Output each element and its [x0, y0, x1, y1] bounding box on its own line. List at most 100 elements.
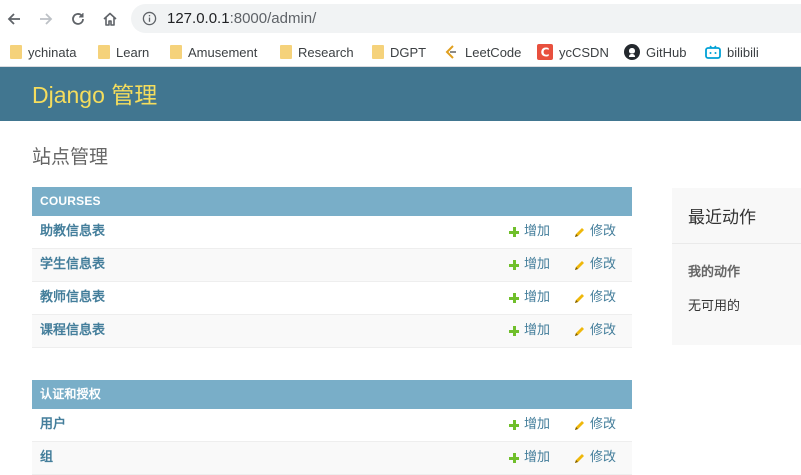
bookmark-ychinata[interactable]: ychinata	[8, 37, 76, 67]
csdn-icon: C	[537, 44, 553, 60]
arrow-left-icon	[7, 13, 20, 25]
change-label: 修改	[590, 450, 617, 465]
table-row: 课程信息表 增加 修改	[32, 315, 632, 348]
model-link[interactable]: 课程信息表	[40, 315, 105, 347]
change-link[interactable]: 修改	[574, 315, 616, 347]
url-host: 127.0.0.1	[167, 10, 230, 27]
change-link[interactable]: 修改	[574, 409, 616, 441]
plus-icon	[509, 420, 519, 430]
change-label: 修改	[590, 417, 617, 432]
add-label: 增加	[524, 257, 551, 272]
change-label: 修改	[590, 290, 617, 305]
svg-text:C: C	[541, 46, 550, 60]
table-row: 用户 增加 修改	[32, 409, 632, 442]
forward-button[interactable]	[33, 6, 59, 32]
add-link[interactable]: 增加	[509, 409, 550, 441]
bookmark-dgpt[interactable]: DGPT	[370, 37, 426, 67]
app-module-courses: COURSES 助教信息表 增加 修改 学生信息表 增加 修改 教师信息表 增加…	[32, 187, 632, 348]
github-icon	[624, 44, 640, 60]
table-row: 教师信息表 增加 修改	[32, 282, 632, 315]
reload-icon	[72, 13, 84, 25]
pencil-icon	[575, 293, 584, 303]
bookmark-bilibili[interactable]: bilibili	[705, 37, 759, 67]
app-module-auth: 认证和授权 用户 增加 修改 组 增加 修改	[32, 380, 632, 475]
add-link[interactable]: 增加	[509, 249, 550, 281]
change-link[interactable]: 修改	[574, 216, 616, 248]
home-button[interactable]	[97, 6, 123, 32]
module-caption[interactable]: COURSES	[32, 187, 632, 216]
change-label: 修改	[590, 257, 617, 272]
bookmark-label: Learn	[116, 44, 150, 60]
plus-icon	[509, 293, 519, 303]
change-label: 修改	[590, 323, 617, 338]
site-brand[interactable]: Django 管理	[32, 67, 157, 123]
model-link[interactable]: 组	[40, 442, 53, 474]
add-label: 增加	[524, 323, 551, 338]
admin-header: Django 管理	[0, 67, 801, 121]
module-caption[interactable]: 认证和授权	[32, 380, 632, 409]
browser-toolbar: 127.0.0.1:8000/admin/	[0, 0, 801, 37]
url-text: 127.0.0.1:8000/admin/	[167, 4, 316, 33]
bookmark-label: Research	[298, 44, 354, 60]
arrow-right-icon	[40, 13, 53, 25]
url-path: :8000/admin/	[229, 10, 317, 27]
add-label: 增加	[524, 450, 551, 465]
change-label: 修改	[590, 224, 617, 239]
recent-actions-panel: 最近动作 我的动作 无可用的	[672, 188, 801, 345]
model-link[interactable]: 用户	[40, 409, 66, 441]
bookmark-label: bilibili	[727, 44, 759, 60]
change-link[interactable]: 修改	[574, 442, 616, 474]
bookmark-label: Amusement	[188, 44, 258, 60]
folder-icon	[372, 45, 384, 59]
divider	[672, 243, 801, 244]
pencil-icon	[575, 260, 584, 270]
pencil-icon	[575, 420, 584, 430]
plus-icon	[509, 260, 519, 270]
folder-icon	[170, 45, 182, 59]
table-row: 助教信息表 增加 修改	[32, 216, 632, 249]
bookmark-label: LeetCode	[465, 44, 522, 60]
bilibili-icon	[705, 44, 721, 60]
bookmark-amusement[interactable]: Amusement	[168, 37, 257, 67]
change-link[interactable]: 修改	[574, 282, 616, 314]
page-title: 站点管理	[32, 147, 109, 168]
change-link[interactable]: 修改	[574, 249, 616, 281]
bookmark-github[interactable]: GitHub	[624, 37, 686, 67]
plus-icon	[509, 453, 519, 463]
info-icon[interactable]	[142, 11, 157, 26]
folder-icon	[10, 45, 22, 59]
bookmark-label: ycCSDN	[559, 44, 609, 60]
add-link[interactable]: 增加	[509, 442, 550, 474]
model-link[interactable]: 教师信息表	[40, 282, 105, 314]
add-link[interactable]: 增加	[509, 315, 550, 347]
back-button[interactable]	[1, 6, 27, 32]
add-label: 增加	[524, 224, 551, 239]
bookmark-research[interactable]: Research	[278, 37, 354, 67]
recent-actions-title: 最近动作	[688, 208, 756, 227]
folder-icon	[98, 45, 110, 59]
bookmark-label: ychinata	[28, 44, 77, 60]
add-link[interactable]: 增加	[509, 282, 550, 314]
reload-button[interactable]	[65, 6, 91, 32]
table-row: 学生信息表 增加 修改	[32, 249, 632, 282]
bookmarks-bar: ychinata Learn Amusement Research DGPT L…	[0, 37, 801, 67]
add-label: 增加	[524, 290, 551, 305]
model-link[interactable]: 学生信息表	[40, 249, 105, 281]
bookmark-yccsdn[interactable]: CycCSDN	[537, 37, 609, 67]
add-label: 增加	[524, 417, 551, 432]
model-link[interactable]: 助教信息表	[40, 216, 105, 248]
home-icon	[103, 12, 117, 26]
pencil-icon	[575, 453, 584, 463]
address-bar[interactable]: 127.0.0.1:8000/admin/	[131, 4, 801, 33]
leetcode-icon	[443, 44, 459, 60]
folder-icon	[280, 45, 292, 59]
bookmark-leetcode[interactable]: LeetCode	[443, 37, 521, 67]
table-row: 组 增加 修改	[32, 442, 632, 475]
bookmark-label: DGPT	[390, 44, 427, 60]
pencil-icon	[575, 227, 584, 237]
my-actions-heading: 我的动作	[688, 265, 741, 280]
plus-icon	[509, 326, 519, 336]
bookmark-learn[interactable]: Learn	[96, 37, 149, 67]
add-link[interactable]: 增加	[509, 216, 550, 248]
plus-icon	[509, 227, 519, 237]
